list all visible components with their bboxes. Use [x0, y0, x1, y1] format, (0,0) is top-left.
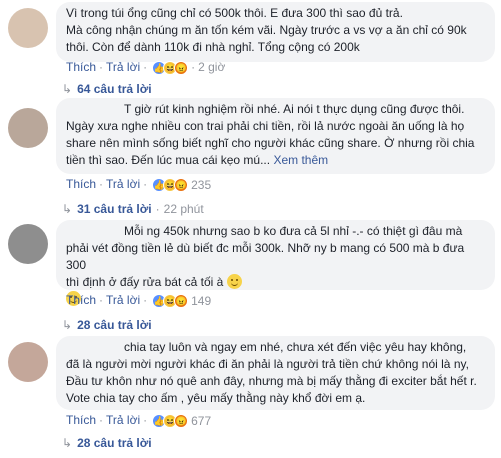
- reply-button[interactable]: Trả lời: [106, 293, 140, 307]
- reply-button[interactable]: Trả lời: [106, 60, 140, 74]
- view-replies-link[interactable]: ↳ 64 câu trả lời: [62, 82, 152, 96]
- like-button[interactable]: Thích: [66, 177, 96, 191]
- comment-line: Mà công nhận chúng m ăn tốn kém vãi. Ngà…: [66, 23, 467, 37]
- comment-line: thôi. Còn để dành 110k đi nhà nghỉ. Tổng…: [66, 40, 360, 54]
- angry-reaction-icon: 😠: [174, 413, 189, 428]
- see-more-link[interactable]: Xem thêm: [273, 153, 328, 167]
- reactions[interactable]: 👍 😆 😠 149: [152, 293, 212, 308]
- reactions[interactable]: 👍 😆 😠 677: [152, 413, 212, 428]
- comment-line: Mỗi ng 450k nhưng sao b ko đưa cả 5l nhỉ…: [124, 224, 463, 238]
- reaction-count: 149: [191, 293, 212, 308]
- comment-actions: Thích · Trả lời · 👍 😆 😠 149: [66, 293, 212, 308]
- comment-line: Ngày xưa nghe nhiều con trai phải chi ti…: [66, 119, 465, 133]
- angry-reaction-icon: 😠: [174, 177, 189, 192]
- comment-bubble: Mỗi ng 450k nhưng sao b ko đưa cả 5l nhỉ…: [56, 220, 495, 306]
- comment-line: phải vét đồng tiền lẻ dù biết đc mỗi 300…: [66, 241, 465, 272]
- view-replies-link[interactable]: ↳ 28 câu trả lời: [62, 318, 152, 332]
- view-replies-link[interactable]: ↳ 31 câu trả lời · 22 phút: [62, 202, 204, 216]
- comment-actions: Thích · Trả lời · 👍 😆 😠 235: [66, 177, 212, 192]
- avatar[interactable]: [8, 8, 48, 48]
- comment-line: Đầu tư khôn như nó quê anh đây, nhưng mà…: [66, 374, 477, 388]
- reply-button[interactable]: Trả lời: [106, 413, 140, 427]
- reply-arrow-icon: ↳: [62, 82, 73, 96]
- comment-line: tiền thì sao. Đến lúc mua cái kẹo mú... …: [66, 153, 329, 167]
- timestamp[interactable]: 2 giờ: [198, 60, 225, 74]
- angry-reaction-icon: 😠: [174, 293, 189, 308]
- reactions[interactable]: 👍 😆 😠: [152, 60, 189, 75]
- reply-arrow-icon: ↳: [62, 318, 73, 332]
- comment-bubble: chia tay luôn và ngay em nhé, chưa xét đ…: [56, 336, 495, 410]
- comment-line: T giờ rút kinh nghiệm rồi nhé. Ai nói t …: [124, 102, 465, 116]
- avatar[interactable]: [8, 108, 48, 148]
- reaction-count: 235: [191, 177, 212, 192]
- smile-emoji-icon: [226, 274, 242, 289]
- reaction-count: 677: [191, 413, 212, 428]
- comment-line: chia tay luôn và ngay em nhé, chưa xét đ…: [124, 340, 467, 354]
- avatar[interactable]: [8, 342, 48, 382]
- like-button[interactable]: Thích: [66, 60, 96, 74]
- comment-line: thì định ở đấy rửa bát cả tối à: [66, 274, 485, 291]
- reply-arrow-icon: ↳: [62, 202, 73, 216]
- reactions[interactable]: 👍 😆 😠 235: [152, 177, 212, 192]
- avatar[interactable]: [8, 224, 48, 264]
- comment-actions: Thích · Trả lời · 👍 😆 😠 · 2 giờ: [66, 60, 226, 75]
- reply-arrow-icon: ↳: [62, 436, 73, 450]
- comment-line: Vì trong túi ổng cũng chỉ có 500k thôi. …: [66, 6, 403, 20]
- replies-time: 22 phút: [163, 202, 204, 216]
- comment-line: Vote chia tay cho ấm , yêu mấy thằng này…: [66, 391, 366, 405]
- comment-actions: Thích · Trả lời · 👍 😆 😠 677: [66, 413, 212, 428]
- angry-reaction-icon: 😠: [174, 60, 189, 75]
- view-replies-link[interactable]: ↳ 28 câu trả lời: [62, 436, 152, 450]
- reply-button[interactable]: Trả lời: [106, 177, 140, 191]
- comment-line: share nên mình sống biết nghĩ cho người …: [66, 136, 475, 150]
- like-button[interactable]: Thích: [66, 293, 96, 307]
- comment-bubble: T giờ rút kinh nghiệm rồi nhé. Ai nói t …: [56, 98, 495, 174]
- comment-line: đã là người mời người khác đi ăn phải là…: [66, 357, 469, 371]
- like-button[interactable]: Thích: [66, 413, 96, 427]
- comment-bubble: Vì trong túi ổng cũng chỉ có 500k thôi. …: [56, 2, 495, 62]
